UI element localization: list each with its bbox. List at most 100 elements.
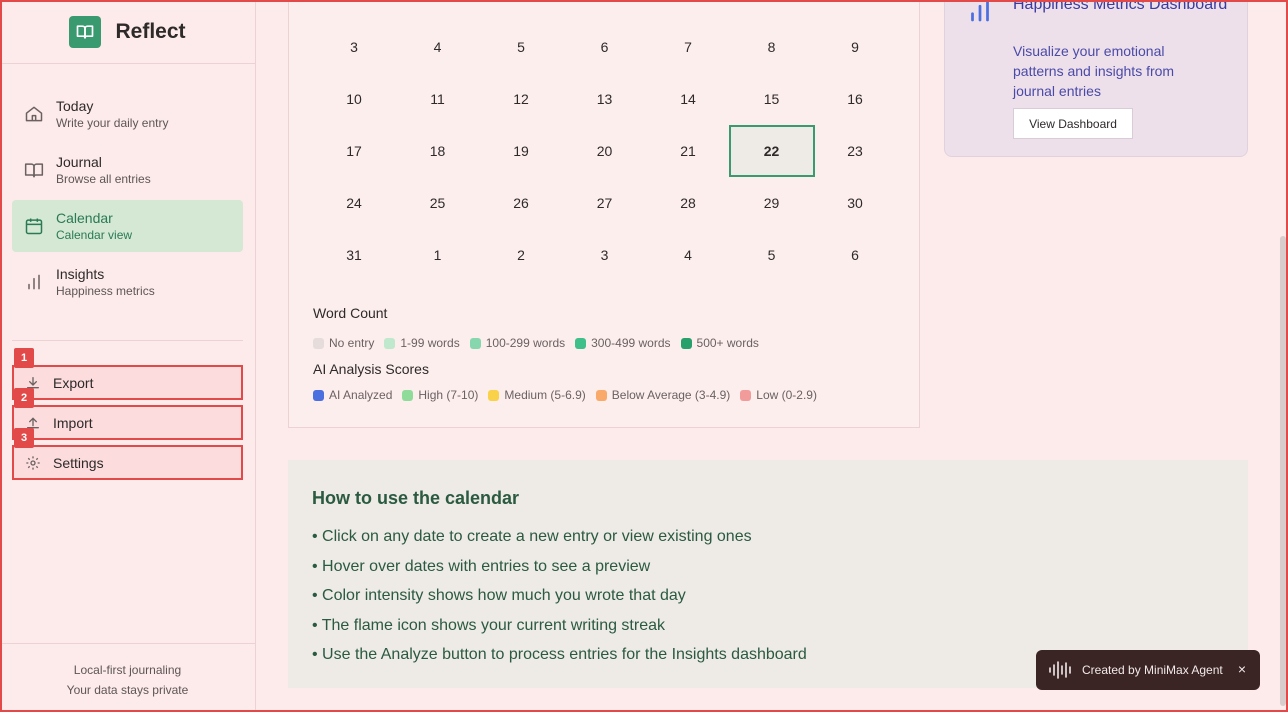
calendar-day[interactable]: 20	[562, 125, 648, 177]
calendar-icon	[24, 216, 44, 236]
legend-swatch	[575, 337, 587, 349]
calendar-day[interactable]: 2	[478, 229, 564, 281]
nav-subtitle: Happiness metrics	[56, 284, 155, 298]
waveform-icon	[1048, 660, 1074, 680]
nav-title: Journal	[56, 154, 102, 170]
nav-item-insights[interactable]: Insights Happiness metrics	[12, 256, 243, 308]
settings-label: Settings	[53, 454, 104, 471]
legend-swatch	[313, 337, 324, 349]
howto-item: • The flame icon shows your current writ…	[312, 616, 665, 634]
legend-swatch	[384, 337, 396, 349]
calendar-day[interactable]: 1	[395, 229, 481, 281]
bar-chart-icon	[965, 0, 995, 25]
home-icon	[24, 104, 44, 124]
sidebar: Reflect Today Write your daily entry Jour…	[0, 0, 256, 712]
calendar-day[interactable]: 10	[311, 73, 397, 125]
nav-subtitle: Browse all entries	[56, 172, 151, 186]
calendar-day[interactable]: 11	[395, 73, 481, 125]
legend-swatch	[680, 337, 692, 349]
legend-label: AI Analyzed	[329, 388, 393, 402]
legend-item: High (7-10)	[402, 388, 478, 402]
settings-button[interactable]: Settings	[12, 445, 243, 480]
calendar-day[interactable]: 26	[478, 177, 564, 229]
dashboard-description: Visualize your emotional patterns and in…	[1013, 43, 1175, 99]
scrollbar[interactable]	[1280, 236, 1286, 706]
calendar-day[interactable]: 17	[311, 125, 397, 177]
legend-swatch	[313, 389, 324, 401]
legend-swatch	[740, 389, 752, 401]
calendar-day[interactable]: 4	[645, 229, 731, 281]
legend-item: 100-299 words	[469, 336, 566, 350]
calendar-day[interactable]: 18	[395, 125, 481, 177]
calendar-day[interactable]: 6	[562, 21, 648, 73]
footer-line: Local-first journaling	[73, 663, 182, 677]
sidebar-footer: Local-first journaling Your data stays p…	[0, 643, 255, 712]
legend-label: Low (0-2.9)	[756, 388, 817, 402]
nav-item-calendar[interactable]: Calendar Calendar view	[12, 200, 243, 252]
legend-swatch	[595, 389, 607, 401]
calendar-day[interactable]: 9	[812, 21, 898, 73]
nav-item-today[interactable]: Today Write your daily entry	[12, 88, 243, 140]
ai-scores-legend: AI Analyzed High (7-10) Medium (5-6.9) Belo…	[313, 388, 827, 402]
view-dashboard-button[interactable]: View Dashboard	[1013, 108, 1133, 139]
nav-item-journal[interactable]: Journal Browse all entries	[12, 144, 243, 196]
export-label: Export	[53, 374, 94, 391]
legend-label: 1-99 words	[400, 336, 460, 350]
marker-badge: 3	[14, 428, 34, 448]
legend-item: 1-99 words	[384, 336, 460, 350]
legend-swatch	[488, 389, 500, 401]
import-button[interactable]: Import	[12, 405, 243, 440]
calendar-day[interactable]: 13	[562, 73, 648, 125]
calendar-day[interactable]: 3	[562, 229, 648, 281]
legend-item: AI Analyzed	[313, 388, 392, 402]
ai-scores-title: AI Analysis Scores	[313, 361, 429, 377]
calendar-day[interactable]: 3	[311, 21, 397, 73]
calendar-day[interactable]: 31	[311, 229, 397, 281]
calendar-day[interactable]: 7	[645, 21, 731, 73]
calendar-day[interactable]: 16	[812, 73, 898, 125]
calendar-day[interactable]: 27	[562, 177, 648, 229]
calendar-day[interactable]: 4	[395, 21, 481, 73]
bar-chart-icon	[24, 272, 44, 292]
calendar-day[interactable]: 24	[311, 177, 397, 229]
calendar-day[interactable]: 30	[812, 177, 898, 229]
calendar-day[interactable]: 15	[729, 73, 815, 125]
export-button[interactable]: Export	[12, 365, 243, 400]
legend-label: 300-499 words	[591, 336, 671, 350]
calendar-day[interactable]: 12	[478, 73, 564, 125]
howto-item: • Use the Analyze button to process entr…	[312, 646, 807, 663]
howto-item: • Click on any date to create a new entr…	[312, 528, 752, 545]
nav-title: Insights	[56, 266, 105, 282]
legend-swatch	[402, 389, 414, 401]
calendar-day[interactable]: 8	[729, 21, 815, 73]
marker-badge: 1	[14, 348, 34, 368]
calendar-day[interactable]: 23	[812, 125, 898, 177]
legend-item: 300-499 words	[575, 336, 671, 350]
dashboard-card: Happiness Metrics Dashboard Visualize yo…	[944, 0, 1248, 157]
legend-label: 100-299 words	[485, 336, 566, 350]
legend-label: Below Average (3-4.9)	[611, 388, 731, 402]
legend-label: Medium (5-6.9)	[504, 388, 586, 402]
close-icon[interactable]: ×	[1238, 661, 1246, 677]
footer-line: Your data stays private	[66, 683, 189, 697]
marker-badge: 2	[14, 388, 34, 408]
calendar-day-selected[interactable]: 22	[728, 125, 815, 177]
agent-badge: Created by MiniMax Agent ×	[1036, 650, 1260, 690]
calendar-day[interactable]: 6	[812, 229, 898, 281]
calendar-day[interactable]: 14	[645, 73, 731, 125]
calendar-day[interactable]: 19	[478, 125, 564, 177]
word-count-legend: No entry 1-99 words 100-299 words 300-499 w…	[313, 336, 769, 350]
calendar-day[interactable]: 21	[645, 125, 731, 177]
import-label: Import	[53, 414, 93, 431]
legend-item: Below Average (3-4.9)	[595, 388, 731, 402]
howto-item: • Hover over dates with entries to see a…	[312, 557, 651, 575]
calendar-day[interactable]: 25	[395, 177, 481, 229]
dashboard-title: Happiness Metrics Dashboard	[1013, 0, 1228, 13]
calendar-day[interactable]: 5	[478, 21, 564, 73]
calendar-day[interactable]: 5	[729, 229, 815, 281]
nav-title: Calendar	[56, 210, 113, 226]
calendar-day[interactable]: 29	[729, 177, 815, 229]
calendar-day[interactable]: 28	[645, 177, 731, 229]
legend-item: No entry	[313, 336, 374, 350]
app-name: Reflect	[115, 19, 186, 43]
